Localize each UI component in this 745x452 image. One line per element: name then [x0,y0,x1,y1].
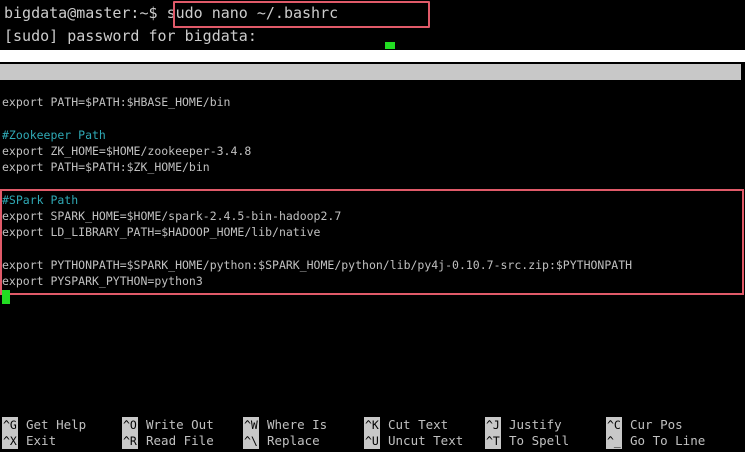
shortcut-go-to-line[interactable]: ^_ Go To Line [606,433,724,449]
shortcut-key: ^X [2,433,18,449]
shortcut-key: ^T [485,433,501,449]
shortcut-label: Cur Pos [630,417,683,432]
shortcut-key: ^J [485,417,501,433]
shortcut-get-help[interactable]: ^G Get Help [2,417,120,433]
shortcut-exit[interactable]: ^X Exit [2,433,120,449]
nano-editor[interactable]: GNU nano 2.9.3 /home/bigdata/.bashrc exp… [0,62,745,452]
shortcut-label: Justify [509,417,562,432]
shortcut-label: To Spell [509,433,570,448]
password-cursor [385,42,395,49]
text-cursor [2,290,10,304]
shortcut-label: Go To Line [630,433,706,448]
shortcut-label: Read File [146,433,214,448]
shortcut-key: ^_ [606,433,622,449]
shortcut-read-file[interactable]: ^R Read File [122,433,240,449]
file-line[interactable]: export PATH=$PATH:$ZK_HOME/bin [2,159,210,175]
spark-section-highlight-box [0,189,744,295]
nano-filename: /home/bigdata/.bashrc [311,97,457,111]
shortcut-label: Write Out [146,417,214,432]
sudo-password-prompt: [sudo] password for bigdata: [4,27,257,45]
shell-prompt: bigdata@master:~$ [4,4,158,22]
terminal-top: bigdata@master:~$ sudo nano ~/.bashrc [s… [0,0,745,50]
shortcut-key: ^R [122,433,138,449]
shortcut-to-spell[interactable]: ^T To Spell [485,433,603,449]
shortcut-key: ^K [364,417,380,433]
shortcut-key: ^C [606,417,622,433]
shortcut-key: ^\ [243,433,259,449]
file-line-comment[interactable]: #Zookeeper Path [2,127,106,143]
shortcut-label: Where Is [267,417,328,432]
nano-title-bar: GNU nano 2.9.3 /home/bigdata/.bashrc [0,64,741,111]
shortcut-key: ^G [2,417,18,433]
separator [0,50,745,62]
shortcut-write-out[interactable]: ^O Write Out [122,417,240,433]
shortcut-replace[interactable]: ^\ Replace [243,433,361,449]
shortcut-justify[interactable]: ^J Justify [485,417,603,433]
shortcut-label: Uncut Text [388,433,464,448]
shortcut-key: ^W [243,417,259,433]
shortcut-cut-text[interactable]: ^K Cut Text [364,417,482,433]
shortcut-key: ^O [122,417,138,433]
command-highlight-box [173,1,430,28]
shortcut-label: Cut Text [388,417,449,432]
shortcut-where-is[interactable]: ^W Where Is [243,417,361,433]
shortcut-label: Get Help [26,417,87,432]
file-line[interactable]: export ZK_HOME=$HOME/zookeeper-3.4.8 [2,143,251,159]
shortcut-key: ^U [364,433,380,449]
shortcut-cur-pos[interactable]: ^C Cur Pos [606,417,724,433]
shortcut-label: Exit [26,433,57,448]
file-line[interactable]: export PATH=$PATH:$HBASE_HOME/bin [2,94,230,110]
shortcut-label: Replace [267,433,320,448]
shortcut-uncut-text[interactable]: ^U Uncut Text [364,433,482,449]
